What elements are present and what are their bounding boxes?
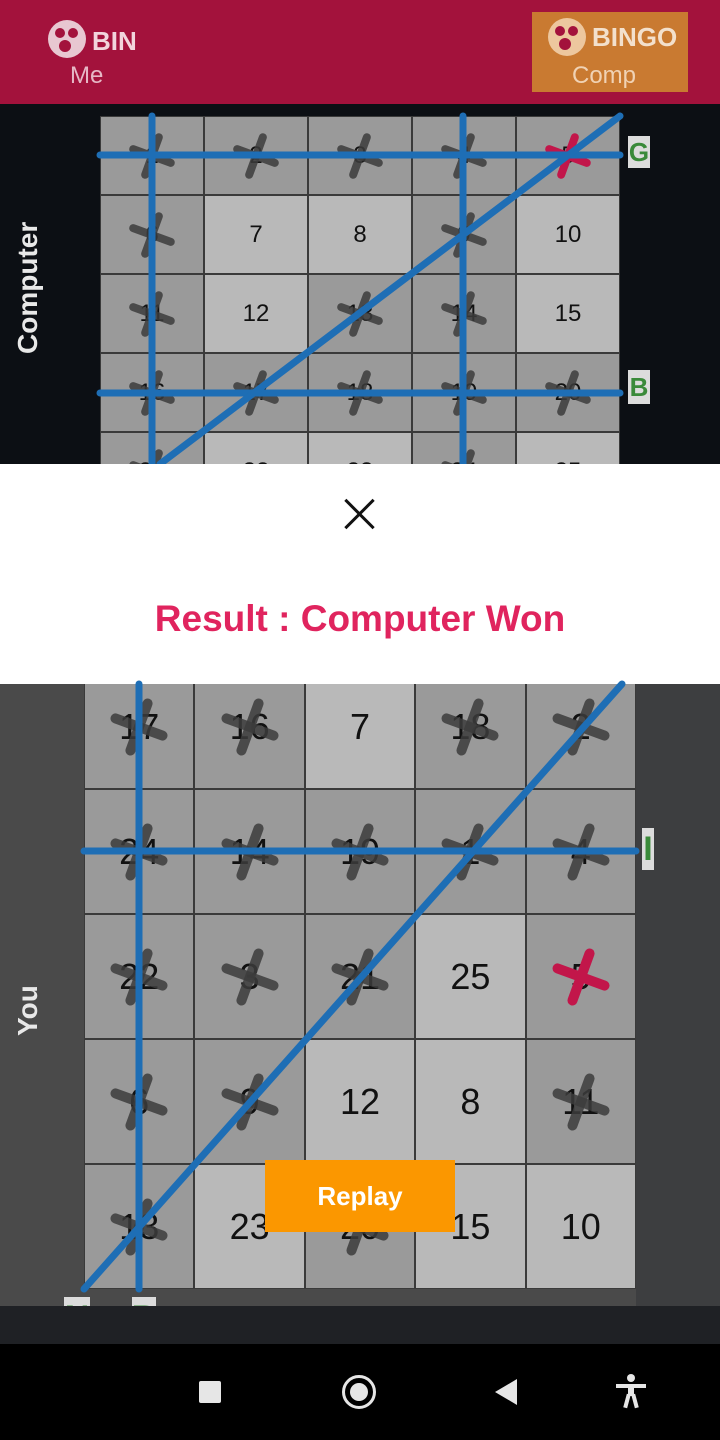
comp-score-letters: BINGO [592, 22, 678, 52]
computer-board-cell[interactable]: 7 [204, 195, 308, 274]
player-board-label: You [12, 985, 43, 1036]
player-board-cell[interactable]: 1 [415, 789, 526, 914]
player-board-cell[interactable]: 13 [84, 1164, 195, 1289]
player-board-cell[interactable]: 19 [304, 789, 416, 914]
computer-board-cell-number: 7 [249, 220, 263, 248]
player-board-cell[interactable]: 6 [84, 1039, 195, 1164]
computer-board-cell[interactable]: 12 [204, 274, 308, 353]
recents-icon[interactable] [199, 1381, 221, 1403]
player-board-cell[interactable]: 8 [415, 1039, 526, 1164]
players-icon [548, 18, 586, 56]
bingo-letter-b: B [628, 370, 650, 404]
player-board-cell-number: 10 [560, 1205, 601, 1247]
computer-board-cell-number: 8 [353, 220, 367, 248]
computer-board-cell[interactable]: 20 [516, 353, 620, 432]
close-icon[interactable] [338, 492, 382, 536]
home-icon[interactable] [342, 1375, 376, 1409]
computer-board-cell[interactable]: 11 [100, 274, 204, 353]
bottom-strip [0, 1306, 720, 1344]
player-board-cell[interactable]: 21 [304, 914, 416, 1039]
result-text: Result : Computer Won [154, 598, 566, 639]
player-board-cell[interactable]: 14 [194, 789, 305, 914]
computer-board-cell[interactable]: 13 [308, 274, 412, 353]
computer-board-cell-number: 10 [554, 220, 582, 248]
player-board-cell[interactable]: 10 [525, 1164, 636, 1289]
player-board-margin [636, 684, 720, 1306]
player-score-me: BIN Me [48, 16, 148, 92]
back-icon[interactable] [495, 1379, 517, 1405]
computer-board-cell[interactable]: 25 [516, 432, 620, 464]
computer-board-cell-number: 22 [243, 458, 270, 465]
comp-label: Comp [572, 62, 637, 89]
computer-board-cell[interactable]: 3 [308, 116, 412, 195]
sheet-overlap [84, 664, 636, 684]
player-board-cell-number: 23 [229, 1205, 270, 1247]
computer-board-cell[interactable]: 4 [412, 116, 516, 195]
computer-board-cell-number: 12 [242, 299, 270, 327]
computer-board-label: Computer [12, 221, 43, 354]
player-board-cell[interactable]: 12 [304, 1039, 416, 1164]
player-board-cell[interactable]: 22 [84, 914, 195, 1039]
computer-board-cell[interactable]: 16 [100, 353, 204, 432]
computer-board-cell-number: 25 [555, 458, 582, 465]
computer-board-cell[interactable]: 14 [412, 274, 516, 353]
player-board-cell[interactable]: 11 [525, 1039, 636, 1164]
player-board-cell[interactable]: 9 [194, 1039, 305, 1164]
accessibility-icon[interactable] [616, 1374, 646, 1409]
bingo-letter-i: I [642, 828, 654, 870]
computer-board-cell[interactable]: 22 [204, 432, 308, 464]
computer-board-cell[interactable]: 1 [100, 116, 204, 195]
player-board-cell[interactable]: 3 [194, 914, 305, 1039]
computer-board-cell[interactable]: 10 [516, 195, 620, 274]
player-board-cell-number: 12 [339, 1080, 380, 1122]
bingo-letter-g: G [628, 136, 650, 168]
computer-board-cell[interactable]: 17 [204, 353, 308, 432]
player-board-cell-number: 7 [349, 705, 370, 747]
computer-board-cell[interactable]: 2 [204, 116, 308, 195]
player-board-cell-number: 8 [460, 1080, 481, 1122]
computer-board-cell[interactable]: 19 [412, 353, 516, 432]
player-board-cell[interactable]: 25 [415, 914, 526, 1039]
computer-board-cell-number: 15 [554, 299, 582, 327]
me-score-letters: BIN [92, 26, 137, 56]
computer-board-cell[interactable]: 6 [100, 195, 204, 274]
computer-board-area: Computer 1 2 3 4 5 6 7 8 9 10 11 12 13 14 15 16 17 18 19 20… [0, 104, 720, 464]
player-score-comp: BINGO Comp [532, 12, 688, 92]
player-board-cell-number: 25 [450, 955, 491, 997]
players-icon [48, 20, 86, 58]
computer-board-cell[interactable]: 15 [516, 274, 620, 353]
computer-board-cell[interactable]: 8 [308, 195, 412, 274]
player-board-cell[interactable]: 24 [84, 789, 195, 914]
computer-board-grid: 1234567891011121314151617181920212223242… [100, 116, 620, 464]
computer-board-cell[interactable]: 21 [100, 432, 204, 464]
computer-board-cell[interactable]: 23 [308, 432, 412, 464]
replay-button[interactable]: Replay [265, 1160, 455, 1232]
me-label: Me [70, 62, 104, 89]
computer-board-cell[interactable]: 18 [308, 353, 412, 432]
computer-board-cell-number: 23 [347, 458, 374, 465]
player-board-cell-number: 15 [450, 1205, 491, 1247]
computer-board-cell[interactable]: 9 [412, 195, 516, 274]
computer-board-cell[interactable]: 24 [412, 432, 516, 464]
player-board-cell[interactable]: 5 [525, 914, 636, 1039]
player-board-cell[interactable]: 4 [525, 789, 636, 914]
computer-board-cell[interactable]: 5 [516, 116, 620, 195]
